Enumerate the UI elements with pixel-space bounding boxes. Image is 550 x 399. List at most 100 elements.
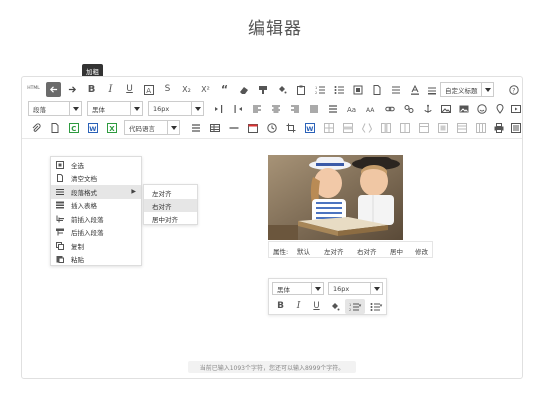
import-excel-button[interactable]: C <box>66 120 81 135</box>
code-language-select[interactable]: 代码语言 <box>124 120 180 135</box>
context-item-paste[interactable]: 粘贴 <box>51 253 141 267</box>
multi-image-button[interactable] <box>456 101 471 116</box>
popup-fill-color-button[interactable] <box>327 299 342 314</box>
eraser-button[interactable] <box>236 82 251 97</box>
image-button[interactable] <box>438 101 453 116</box>
svg-text:W: W <box>89 125 96 133</box>
image-option-left[interactable]: 左对齐 <box>324 246 344 256</box>
html-source-button[interactable]: HTML <box>26 82 41 97</box>
popup-italic-button[interactable]: I <box>291 299 306 314</box>
word-paste-button[interactable]: W <box>302 120 317 135</box>
strikethrough-button[interactable]: S <box>160 82 175 97</box>
preview-button[interactable] <box>508 120 523 135</box>
popup-bold-button[interactable]: B <box>273 299 288 314</box>
font-color-button[interactable] <box>407 82 422 97</box>
table-disabled-7-button[interactable] <box>435 120 450 135</box>
table-disabled-3-button[interactable] <box>359 120 374 135</box>
link-button[interactable] <box>382 101 397 116</box>
table-disabled-8-button[interactable] <box>454 120 469 135</box>
submenu-item-align-right[interactable]: 右对齐 <box>144 199 197 212</box>
map-button[interactable] <box>492 101 507 116</box>
blockquote-button[interactable]: “ <box>217 82 232 97</box>
italic-button[interactable]: I <box>103 82 118 97</box>
popup-font-select[interactable]: 黑体 <box>272 282 324 295</box>
context-item-paragraph-format[interactable]: 段落格式 ▶ <box>51 185 141 199</box>
print-button[interactable] <box>491 120 506 135</box>
table-disabled-1-button[interactable] <box>321 120 336 135</box>
paste-text-button[interactable] <box>293 82 308 97</box>
align-right-button[interactable] <box>287 101 302 116</box>
context-item-label: 前插入段落 <box>71 215 104 224</box>
insert-table-button[interactable] <box>207 120 222 135</box>
insert-date-button[interactable] <box>245 120 260 135</box>
inserted-image[interactable] <box>268 155 403 240</box>
superscript-button[interactable]: X² <box>198 82 213 97</box>
outdent-button[interactable] <box>230 101 245 116</box>
paperclip-icon <box>32 122 41 132</box>
horizontal-rule-button[interactable] <box>226 120 241 135</box>
crop-button[interactable] <box>283 120 298 135</box>
font-family-select[interactable]: 黑体 <box>87 101 143 116</box>
submenu-item-align-center[interactable]: 居中对齐 <box>144 212 197 225</box>
help-button[interactable]: ? <box>506 82 521 97</box>
format-brush-button[interactable] <box>255 82 270 97</box>
popup-underline-button[interactable]: U <box>309 299 324 314</box>
popup-unordered-list-button[interactable]: ▾ <box>367 299 385 314</box>
line-height-button[interactable] <box>388 82 403 97</box>
table-disabled-4-button[interactable] <box>378 120 393 135</box>
font-size-select[interactable]: 16px <box>148 101 204 116</box>
import-xls-button[interactable]: X <box>104 120 119 135</box>
align-distribute-button[interactable] <box>325 101 340 116</box>
bold-button[interactable]: B <box>84 82 99 97</box>
unlink-button[interactable] <box>401 101 416 116</box>
ordered-list-button[interactable]: 12 <box>312 82 327 97</box>
paragraph-select[interactable]: 段落 <box>28 101 82 116</box>
indent-button[interactable] <box>211 101 226 116</box>
popup-ordered-list-button[interactable]: 12 ▾ <box>345 299 365 314</box>
anchor-button[interactable] <box>420 101 435 116</box>
select-all-button[interactable] <box>350 82 365 97</box>
attachment-button[interactable] <box>28 120 43 135</box>
import-word-button[interactable]: W <box>85 120 100 135</box>
fill-color-button[interactable] <box>274 82 289 97</box>
lowercase-button[interactable]: AA <box>363 101 378 116</box>
context-item-select-all[interactable]: 全选 <box>51 158 141 172</box>
paint-bucket-icon <box>278 85 286 93</box>
align-justify-button[interactable] <box>306 101 321 116</box>
align-center-button[interactable] <box>268 101 283 116</box>
code-block-button[interactable] <box>188 120 203 135</box>
underline-button[interactable]: U <box>122 82 137 97</box>
context-item-clear-document[interactable]: 清空文档 <box>51 172 141 186</box>
context-item-copy[interactable]: 复制 <box>51 239 141 253</box>
table-disabled-6-button[interactable] <box>416 120 431 135</box>
undo-button[interactable] <box>46 82 61 97</box>
image-option-right[interactable]: 右对齐 <box>357 246 377 256</box>
table-disabled-9-button[interactable] <box>473 120 488 135</box>
font-border-button[interactable]: A <box>141 82 156 97</box>
new-document-button[interactable] <box>369 82 384 97</box>
insert-file-button[interactable] <box>47 120 62 135</box>
video-button[interactable] <box>508 101 523 116</box>
emoji-button[interactable] <box>474 101 489 116</box>
submenu-item-align-left[interactable]: 左对齐 <box>144 186 197 199</box>
align-left-button[interactable] <box>249 101 264 116</box>
svg-text:X: X <box>109 125 115 133</box>
popup-size-select[interactable]: 16px <box>328 282 383 295</box>
redo-button[interactable] <box>65 82 80 97</box>
uppercase-button[interactable]: Aa <box>344 101 359 116</box>
context-item-insert-table[interactable]: 插入表格 <box>51 199 141 213</box>
image-option-center[interactable]: 居中 <box>390 246 403 256</box>
table-disabled-2-button[interactable] <box>340 120 355 135</box>
eraser-icon <box>239 86 248 94</box>
custom-title-select[interactable]: 自定义标题 <box>440 82 494 97</box>
unordered-list-button[interactable] <box>331 82 346 97</box>
subscript-button[interactable]: X₂ <box>179 82 194 97</box>
background-color-button[interactable] <box>424 82 439 97</box>
table-disabled-5-button[interactable] <box>397 120 412 135</box>
insert-time-button[interactable] <box>264 120 279 135</box>
image-option-edit[interactable]: 修改 <box>415 246 428 256</box>
image-option-default[interactable]: 默认 <box>297 246 310 256</box>
context-item-insert-before[interactable]: 前插入段落 <box>51 212 141 226</box>
context-item-insert-after[interactable]: 后插入段落 <box>51 226 141 240</box>
map-icon <box>495 103 504 114</box>
